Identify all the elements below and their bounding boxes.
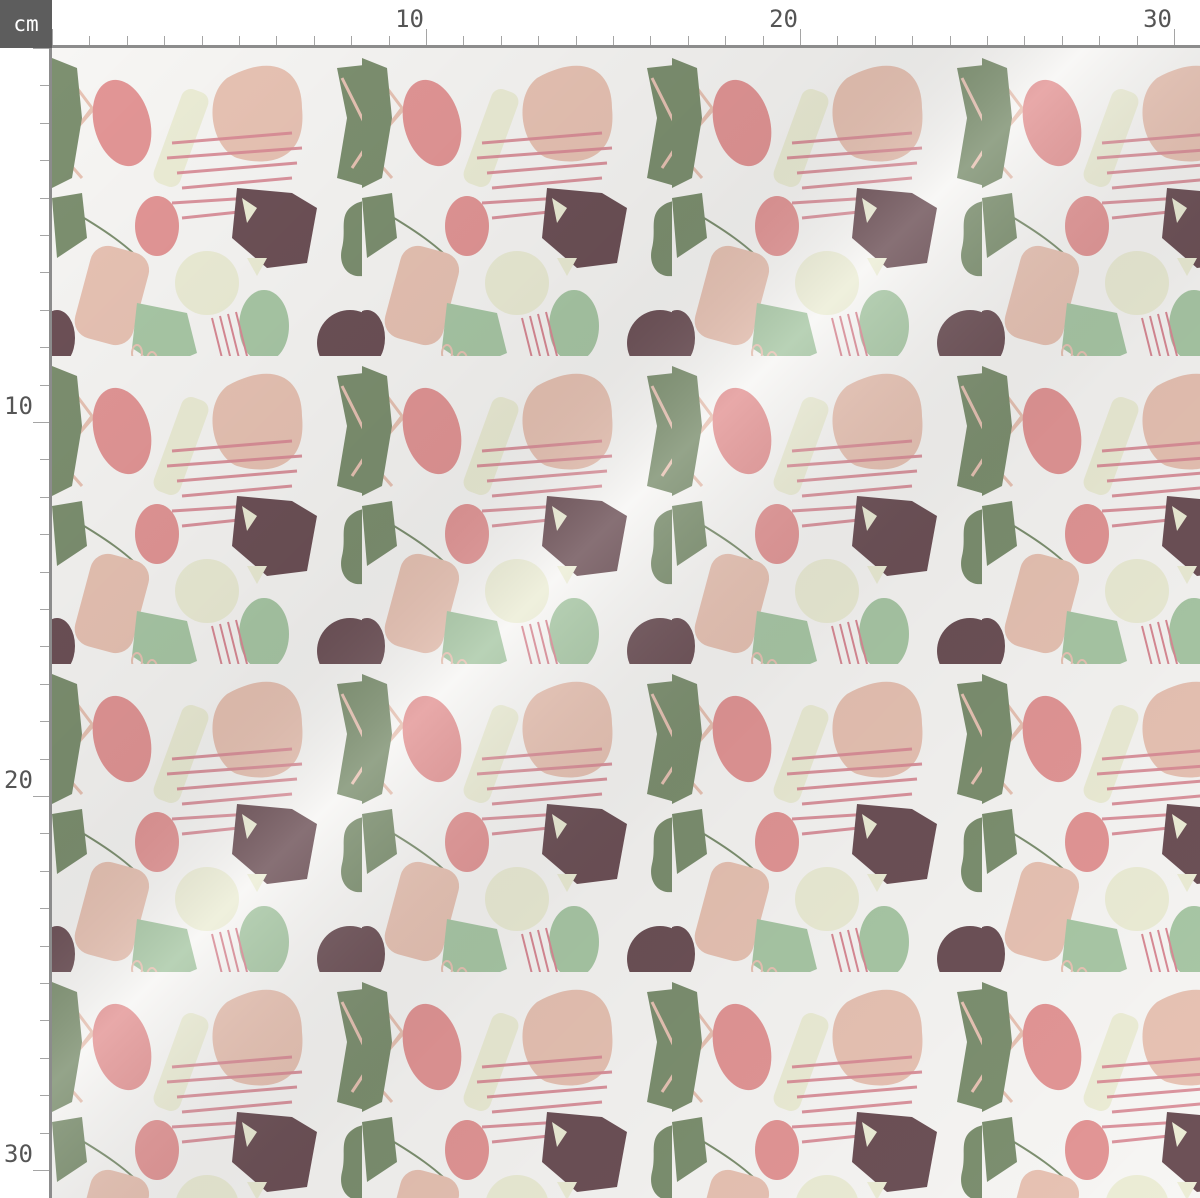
ruler-tick xyxy=(313,36,315,45)
ruler-tick xyxy=(987,36,988,45)
ruler-tick xyxy=(40,197,49,199)
ruler-tick xyxy=(837,36,839,45)
ruler-tick xyxy=(40,646,49,648)
ruler-tick xyxy=(40,85,49,87)
ruler-tick xyxy=(33,796,49,797)
ruler-tick xyxy=(388,36,390,45)
ruler-tick xyxy=(40,683,49,685)
ruler-tick xyxy=(40,1057,49,1059)
ruler-tick xyxy=(40,459,49,461)
ruler-tick xyxy=(201,36,203,45)
ruler-tick xyxy=(33,422,49,423)
ruler-tick xyxy=(40,945,49,947)
ruler-tick xyxy=(912,36,914,45)
ruler-tick xyxy=(40,609,49,610)
ruler-tick xyxy=(426,29,427,45)
ruler-tick xyxy=(949,36,951,45)
ruler-tick xyxy=(800,29,801,45)
vertical-ruler: 10 20 30 xyxy=(0,48,52,1198)
ruler-tick xyxy=(613,36,614,45)
ruler-tick xyxy=(687,36,689,45)
ruler-tick xyxy=(33,1170,49,1171)
ruler-tick xyxy=(40,496,49,498)
ruler-tick xyxy=(40,122,49,124)
ruler-tick xyxy=(40,908,49,910)
ruler-label-left: 10 xyxy=(4,392,33,420)
ruler-tick xyxy=(500,36,502,45)
pattern-canvas xyxy=(52,48,1200,1198)
ruler-tick xyxy=(874,36,876,45)
ruler-label-top: 20 xyxy=(769,5,798,33)
ruler-tick xyxy=(1061,36,1063,45)
ruler-tick xyxy=(40,983,49,984)
ruler-tick xyxy=(1174,29,1175,45)
ruler-tick xyxy=(40,235,49,236)
ruler-tick xyxy=(650,36,652,45)
fabric-preview xyxy=(52,48,1200,1198)
horizontal-ruler: 10 20 30 xyxy=(52,0,1200,48)
ruler-tick xyxy=(1099,36,1101,45)
ruler-tick xyxy=(725,36,727,45)
ruler-tick xyxy=(89,36,91,45)
ruler-tick xyxy=(276,36,278,45)
ruler-tick xyxy=(40,758,49,760)
ruler-tick xyxy=(538,36,540,45)
ruler-tick xyxy=(40,1132,49,1134)
ruler-tick xyxy=(762,36,764,45)
ruler-label-left: 20 xyxy=(4,766,33,794)
ruler-tick xyxy=(33,48,49,49)
ruler-tick xyxy=(40,1020,49,1022)
ruler-tick xyxy=(40,272,49,274)
ruler-tick xyxy=(40,1095,49,1097)
ruler-tick xyxy=(52,29,53,45)
ruler-tick xyxy=(239,36,240,45)
ruler-tick xyxy=(126,36,128,45)
ruler-tick xyxy=(1136,36,1138,45)
ruler-tick xyxy=(463,36,465,45)
unit-label: cm xyxy=(0,0,52,48)
ruler-tick xyxy=(1024,36,1026,45)
ruler-tick xyxy=(40,347,49,349)
ruler-tick xyxy=(40,721,49,723)
ruler-tick xyxy=(575,36,577,45)
ruler-label-left: 30 xyxy=(4,1140,33,1168)
ruler-tick xyxy=(164,36,166,45)
ruler-tick xyxy=(40,870,49,872)
ruler-tick xyxy=(40,160,49,162)
ruler-tick xyxy=(40,534,49,536)
ruler-tick xyxy=(40,571,49,573)
ruler-tick xyxy=(40,384,49,386)
ruler-tick xyxy=(351,36,353,45)
ruler-tick xyxy=(40,309,49,311)
ruler-tick xyxy=(40,833,49,835)
ruler-label-top: 10 xyxy=(395,5,424,33)
ruler-label-top: 30 xyxy=(1143,5,1172,33)
